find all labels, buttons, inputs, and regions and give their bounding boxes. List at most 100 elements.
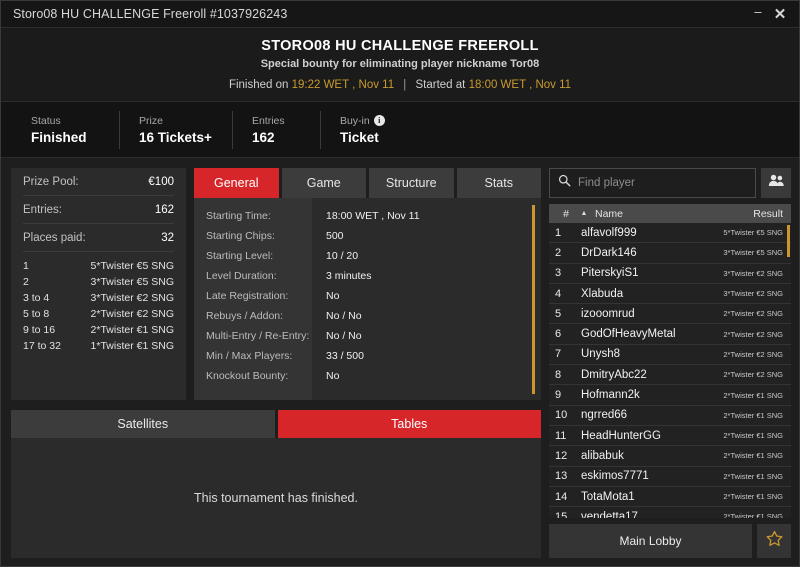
player-name: DrDark146 (581, 246, 637, 259)
player-search-row (549, 168, 791, 198)
player-list-scrollbar-thumb[interactable] (787, 225, 790, 257)
general-key: Starting Level: (206, 250, 274, 262)
column-header-number[interactable]: # (555, 208, 577, 220)
player-row[interactable]: 14 TotaMota1 2*Twister €1 SNG (549, 487, 791, 508)
player-row[interactable]: 4 Xlabuda 3*Twister €2 SNG (549, 284, 791, 305)
general-value-column: 18:00 WET , Nov 11 500 10 / 20 3 minutes… (312, 198, 541, 400)
stat-entries-label: Entries (251, 114, 285, 127)
tab-structure[interactable]: Structure (369, 168, 454, 198)
search-input[interactable] (578, 177, 747, 189)
tables-panel: This tournament has finished. (11, 438, 541, 558)
info-tabs: General Game Structure Stats (194, 168, 541, 198)
payout-row: 1 5*Twister €5 SNG (23, 258, 174, 274)
player-name: TotaMota1 (581, 490, 635, 503)
player-row[interactable]: 11 HeadHunterGG 2*Twister €1 SNG (549, 426, 791, 447)
stat-prize: Prize 16 Tickets+ (119, 110, 232, 149)
tab-tables[interactable]: Tables (277, 410, 541, 438)
payout-place: 9 to 16 (23, 324, 56, 336)
player-rank: 13 (555, 470, 568, 483)
player-row[interactable]: 9 Hofmann2k 2*Twister €1 SNG (549, 385, 791, 406)
payout-row: 9 to 16 2*Twister €1 SNG (23, 322, 174, 338)
payout-award: 3*Twister €5 SNG (90, 276, 174, 288)
player-list-scrollbar[interactable] (787, 225, 790, 517)
player-rank: 7 (555, 348, 562, 361)
player-rank: 11 (555, 429, 567, 442)
stat-buyin: Buy-in i Ticket (319, 110, 408, 149)
tournament-finished-message: This tournament has finished. (194, 491, 358, 505)
general-key: Late Registration: (206, 290, 289, 302)
player-row[interactable]: 6 GodOfHeavyMetal 2*Twister €2 SNG (549, 324, 791, 345)
player-list-header: # ▲ Name Result (549, 204, 791, 223)
player-name: alibabuk (581, 449, 624, 462)
player-row[interactable]: 3 PiterskyiS1 3*Twister €2 SNG (549, 264, 791, 284)
stat-status-value: Finished (31, 129, 87, 145)
stat-buyin-label-text: Buy-in (339, 114, 370, 127)
general-value: No / No (326, 310, 362, 322)
stat-entries-value: 162 (251, 129, 275, 145)
star-icon (765, 529, 784, 553)
tab-general[interactable]: General (194, 168, 279, 198)
status-bar: Status Finished Prize 16 Tickets+ Entrie… (1, 102, 799, 158)
general-scrollbar-thumb[interactable] (532, 205, 535, 394)
payout-row: 2 3*Twister €5 SNG (23, 274, 174, 290)
people-button[interactable] (761, 168, 791, 198)
general-tab-panel: Starting Time: Starting Chips: Starting … (194, 198, 541, 400)
payout-award: 2*Twister €1 SNG (90, 324, 174, 336)
prize-entries-label: Entries: (23, 203, 62, 216)
minimize-button[interactable]: – (747, 3, 769, 25)
tables-subtabs: Satellites Tables (11, 410, 541, 438)
places-paid-row: Places paid: 32 (23, 224, 174, 252)
general-key: Starting Time: (206, 210, 271, 222)
player-row[interactable]: 15 vendetta17 2*Twister €1 SNG (549, 507, 791, 518)
payout-place: 3 to 4 (23, 292, 50, 304)
general-scrollbar[interactable] (532, 205, 535, 394)
close-button[interactable]: ✕ (769, 3, 791, 25)
finished-prefix: Finished on (228, 79, 289, 91)
player-row[interactable]: 2 DrDark146 3*Twister €5 SNG (549, 243, 791, 264)
player-result: 2*Twister €1 SNG (723, 431, 783, 441)
player-rank: 14 (555, 490, 568, 503)
tournament-lobby-window: Storo08 HU CHALLENGE Freeroll #103792624… (0, 0, 800, 567)
player-row[interactable]: 13 eskimos7771 2*Twister €1 SNG (549, 467, 791, 487)
player-rank: 2 (555, 246, 562, 259)
search-box[interactable] (549, 168, 756, 198)
player-rank: 4 (555, 287, 562, 300)
column-header-result[interactable]: Result (753, 208, 783, 220)
player-name: vendetta17 (581, 510, 638, 518)
tab-stats[interactable]: Stats (456, 168, 541, 198)
lobby-body: Prize Pool: €100 Entries: 162 Places pai… (1, 158, 799, 566)
player-row[interactable]: 10 ngrred66 2*Twister €1 SNG (549, 406, 791, 426)
stat-prize-label: Prize (139, 114, 163, 127)
player-row[interactable]: 12 alibabuk 2*Twister €1 SNG (549, 446, 791, 467)
general-value: 500 (326, 230, 344, 242)
sort-ascending-icon[interactable]: ▲ (577, 210, 591, 217)
main-lobby-button[interactable]: Main Lobby (549, 524, 752, 558)
player-row[interactable]: 1 alfavolf999 5*Twister €5 SNG (549, 223, 791, 244)
player-rank: 15 (555, 510, 568, 518)
column-header-name[interactable]: Name (591, 208, 753, 220)
player-name: alfavolf999 (581, 226, 637, 239)
player-row[interactable]: 5 izooomrud 2*Twister €2 SNG (549, 304, 791, 325)
general-key: Level Duration: (206, 270, 277, 282)
player-rank: 8 (555, 368, 562, 381)
player-result: 3*Twister €2 SNG (723, 289, 783, 299)
tournament-header: STORO08 HU CHALLENGE FREEROLL Special bo… (1, 28, 799, 102)
places-paid-value: 32 (161, 231, 174, 244)
player-result: 5*Twister €5 SNG (723, 228, 783, 238)
player-row[interactable]: 8 DmitryAbc22 2*Twister €2 SNG (549, 365, 791, 386)
favorite-button[interactable] (757, 524, 791, 558)
title-bar: Storo08 HU CHALLENGE Freeroll #103792624… (1, 1, 799, 28)
player-row[interactable]: 7 Unysh8 2*Twister €2 SNG (549, 345, 791, 366)
stat-prize-value: 16 Tickets+ (139, 129, 212, 145)
info-icon[interactable]: i (373, 115, 385, 126)
player-name: eskimos7771 (581, 470, 649, 483)
player-rank: 12 (555, 449, 568, 462)
tab-game[interactable]: Game (281, 168, 366, 198)
tab-satellites[interactable]: Satellites (11, 410, 275, 438)
prize-pool-label: Prize Pool: (23, 175, 79, 188)
player-result: 2*Twister €1 SNG (723, 410, 783, 420)
finished-time: 19:22 WET , Nov 11 (291, 79, 395, 91)
player-result: 2*Twister €1 SNG (723, 390, 783, 400)
player-result: 2*Twister €1 SNG (723, 451, 783, 461)
tournament-times: Finished on 19:22 WET , Nov 11 | Started… (1, 79, 799, 91)
